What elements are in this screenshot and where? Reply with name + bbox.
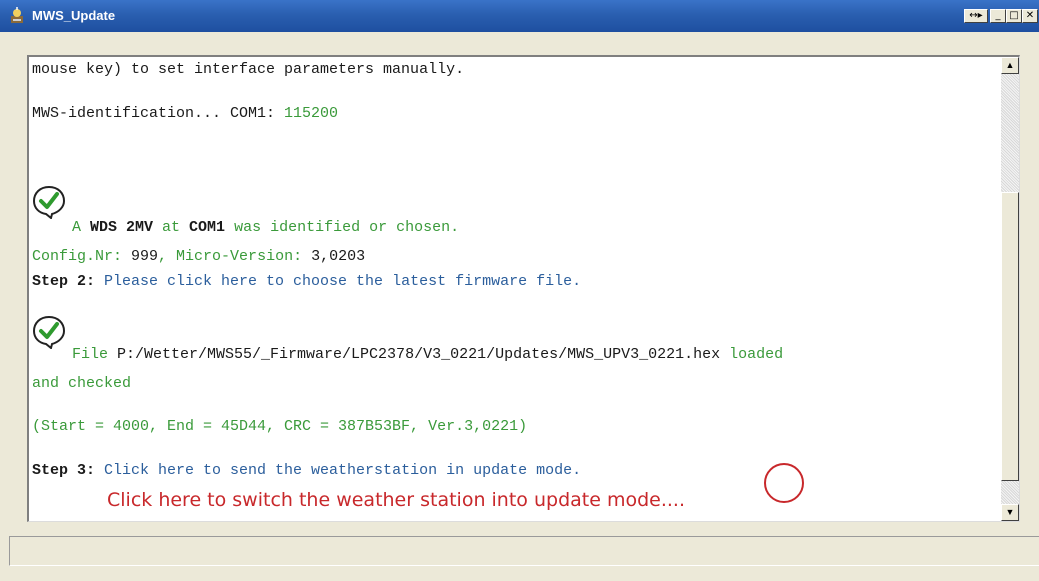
config-value: 999 — [131, 248, 159, 265]
check-icon — [32, 185, 66, 219]
scroll-up-icon[interactable]: ▲ — [1001, 57, 1019, 74]
log-panel[interactable]: mouse key) to set interface parameters m… — [27, 55, 1020, 522]
step2-label: Step 2: — [32, 273, 105, 290]
file-loaded: loaded — [720, 346, 784, 363]
expand-button[interactable]: ↔▸ — [964, 9, 988, 23]
log-line-checksum: (Start = 4000, End = 45D44, CRC = 387B53… — [32, 418, 528, 435]
title-bar[interactable]: MWS_Update ↔▸ _ □ ✕ — [0, 0, 1039, 32]
log-line-file: File P:/Wetter/MWS55/_Firmware/LPC2378/V… — [72, 346, 783, 363]
ident-at: at — [153, 219, 190, 236]
ident-prefix: A — [72, 219, 91, 236]
log-line-interface: mouse key) to set interface parameters m… — [32, 61, 465, 78]
minimize-button[interactable]: _ — [990, 9, 1006, 23]
scroll-down-icon[interactable]: ▼ — [1001, 504, 1019, 521]
log-line-config: Config.Nr: 999, Micro-Version: 3,0203 — [32, 248, 365, 265]
status-bar — [9, 536, 1039, 566]
device-name: WDS 2MV — [90, 219, 154, 236]
ident-rest: was identified or chosen. — [225, 219, 460, 236]
annotation-text: Click here to switch the weather station… — [107, 489, 685, 511]
baud-rate-value: 115200 — [284, 105, 339, 122]
identification-label: MWS-identification... COM1: — [32, 105, 285, 122]
log-line-identification: MWS-identification... COM1: 115200 — [32, 105, 338, 122]
micro-version-label: , Micro-Version: — [158, 248, 312, 265]
step3-text[interactable]: Click here to send the weatherstation in… — [104, 462, 581, 479]
step3-link[interactable]: Step 3: Click here to send the weatherst… — [32, 462, 581, 479]
close-button[interactable]: ✕ — [1022, 9, 1038, 23]
app-icon — [11, 7, 23, 23]
port-name: COM1 — [189, 219, 226, 236]
log-line-file-checked: and checked — [32, 375, 132, 392]
config-label: Config.Nr: — [32, 248, 132, 265]
step3-label: Step 3: — [32, 462, 105, 479]
check-icon — [32, 315, 66, 349]
window-title: MWS_Update — [32, 8, 116, 23]
file-path: P:/Wetter/MWS55/_Firmware/LPC2378/V3_022… — [117, 346, 721, 363]
micro-version-value: 3,0203 — [311, 248, 366, 265]
step2-text[interactable]: Please click here to choose the latest f… — [104, 273, 581, 290]
scroll-thumb[interactable] — [1001, 192, 1019, 481]
log-line-device-identified: A WDS 2MV at COM1 was identified or chos… — [72, 219, 459, 236]
vertical-scrollbar[interactable]: ▲ ▼ — [1001, 57, 1019, 521]
file-label: File — [72, 346, 118, 363]
annotation-circle — [764, 463, 804, 503]
maximize-button[interactable]: □ — [1006, 9, 1022, 23]
step2-link[interactable]: Step 2: Please click here to choose the … — [32, 273, 581, 290]
